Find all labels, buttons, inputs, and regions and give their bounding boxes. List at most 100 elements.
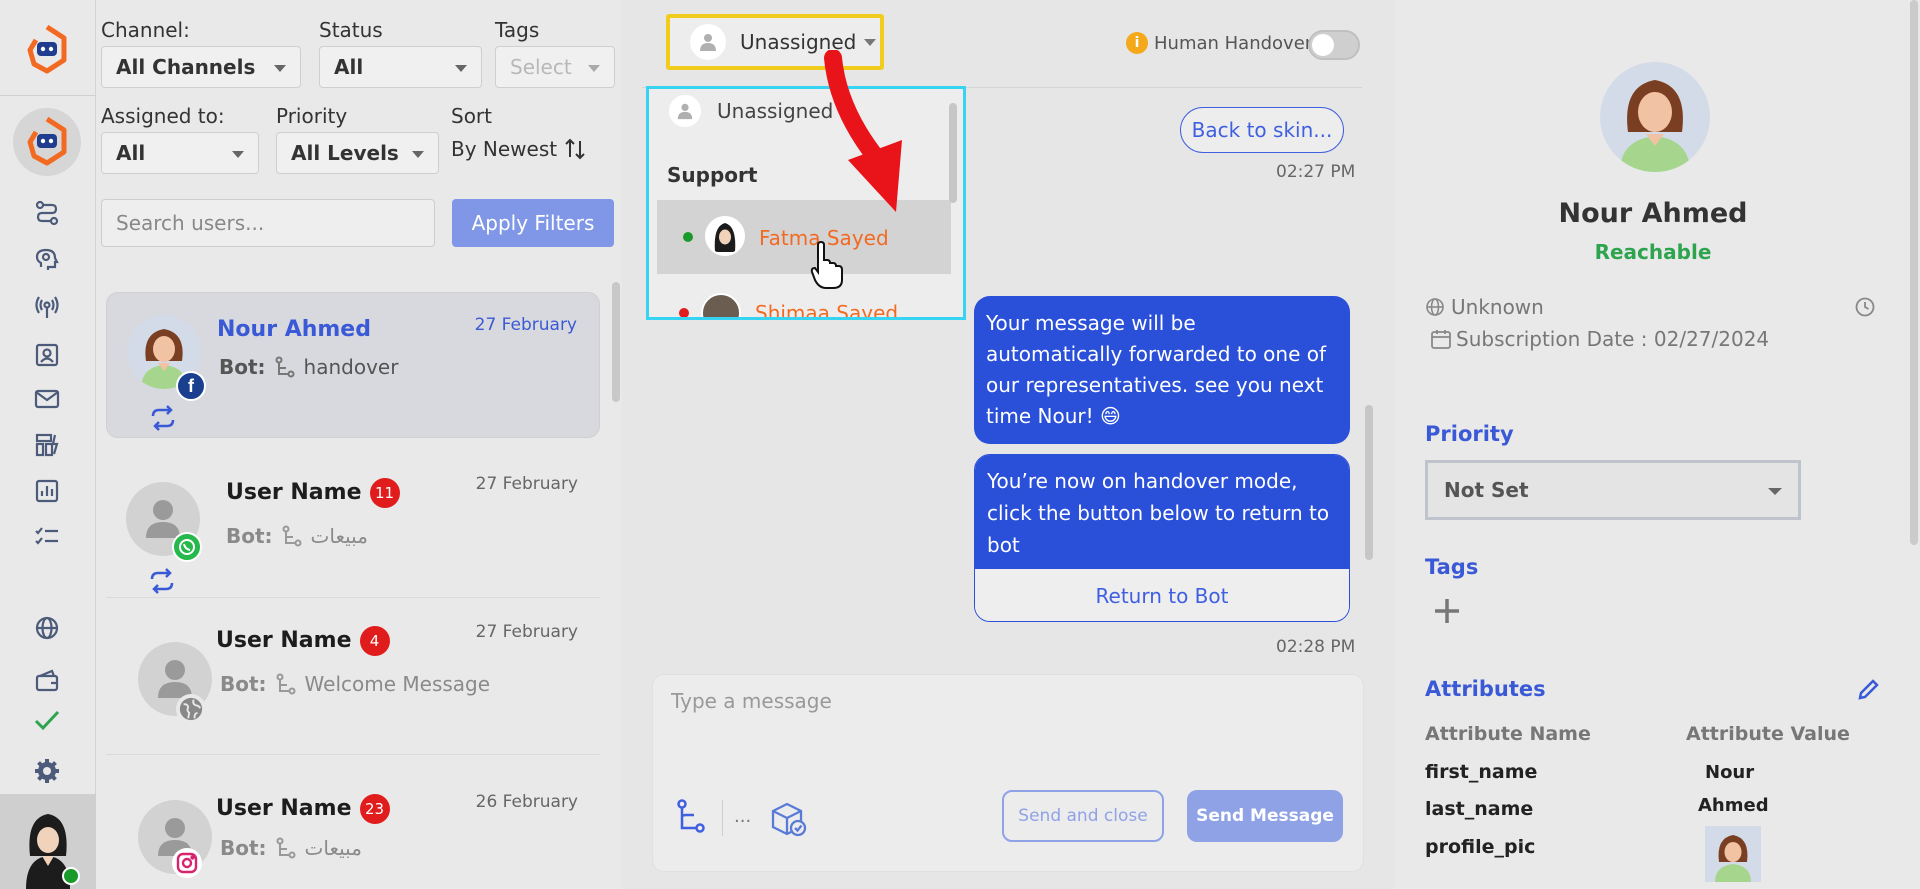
- wallet-icon[interactable]: [30, 666, 64, 696]
- bot-prefix: Bot:: [220, 672, 267, 696]
- attribute-key: first_name: [1425, 761, 1538, 783]
- assigned-filter-label: Assigned to:: [101, 104, 225, 128]
- insert-flow-icon[interactable]: [676, 799, 706, 838]
- globe-icon[interactable]: [30, 613, 64, 643]
- handover-text: Human Handover: [1154, 32, 1313, 54]
- add-tag-plus-icon[interactable]: [1432, 596, 1462, 631]
- preview-text: Welcome Message: [304, 672, 491, 696]
- conversation-item[interactable]: User Name 11 27 February Bot: مبيعات: [106, 460, 600, 598]
- brand-logo-icon[interactable]: [24, 24, 70, 74]
- contact-name: User Name 23: [216, 794, 390, 824]
- more-options-button[interactable]: ...: [734, 806, 751, 827]
- nav-rail: [0, 0, 96, 889]
- bot-prefix: Bot:: [226, 524, 273, 548]
- message-composer: [652, 674, 1364, 872]
- agent-avatar: [705, 216, 745, 256]
- offline-status-dot: [679, 308, 689, 317]
- priority-heading: Priority: [1425, 422, 1514, 446]
- dropdown-item-label: Unassigned: [717, 99, 834, 123]
- message-input[interactable]: [671, 689, 1331, 749]
- profile-avatar: [1600, 62, 1710, 172]
- chevron-down-icon: [274, 65, 286, 72]
- attribute-key: last_name: [1425, 798, 1534, 820]
- bot-nav-icon[interactable]: [13, 108, 81, 176]
- apply-filters-button[interactable]: Apply Filters: [452, 199, 614, 247]
- location-text: Unknown: [1451, 295, 1544, 319]
- box-check-icon[interactable]: [770, 800, 808, 843]
- bot-prefix: Bot:: [219, 355, 266, 379]
- send-message-button[interactable]: Send Message: [1187, 790, 1343, 842]
- dropdown-group-support: Support: [667, 163, 758, 187]
- unassigned-avatar-icon: [669, 95, 701, 127]
- tasks-icon[interactable]: [30, 522, 64, 552]
- conversation-date: 27 February: [475, 622, 578, 642]
- whatsapp-channel-icon: [172, 532, 202, 562]
- broadcast-icon[interactable]: [30, 292, 64, 322]
- dropdown-item-shimaa-sayed[interactable]: Shimaa Sayed: [679, 293, 963, 320]
- sync-icon: [149, 405, 177, 436]
- list-scrollbar[interactable]: [612, 282, 620, 402]
- attribute-value-header: Attribute Value: [1686, 723, 1850, 745]
- sort-toggle[interactable]: By Newest: [451, 137, 587, 161]
- sort-value: By Newest: [451, 137, 558, 161]
- analytics-icon[interactable]: [30, 476, 64, 506]
- pointer-cursor-icon: [810, 240, 843, 289]
- composer-divider: [722, 800, 723, 836]
- assigned-filter-select[interactable]: All: [101, 132, 259, 174]
- bot-prefix: Bot:: [220, 836, 267, 860]
- current-user-avatar[interactable]: [0, 794, 96, 889]
- subscription-text: Subscription Date : 02/27/2024: [1456, 327, 1770, 351]
- priority-select[interactable]: Not Set: [1425, 460, 1801, 520]
- templates-icon[interactable]: [30, 430, 64, 460]
- conversation-item[interactable]: f Nour Ahmed 27 February Bot: handover: [106, 292, 600, 438]
- status-filter-label: Status: [319, 18, 383, 42]
- ai-brain-icon[interactable]: [30, 245, 64, 275]
- chat-scrollbar[interactable]: [1365, 405, 1373, 560]
- priority-filter-select[interactable]: All Levels: [276, 132, 439, 174]
- return-to-bot-button[interactable]: Return to Bot: [975, 569, 1349, 621]
- toggle-knob: [1312, 34, 1334, 56]
- attribute-name-header: Attribute Name: [1425, 723, 1591, 745]
- tags-filter-select[interactable]: Select: [495, 46, 615, 88]
- list-divider: [106, 754, 600, 755]
- chevron-down-icon: [412, 151, 424, 158]
- web-channel-icon: [176, 694, 206, 724]
- send-and-close-button[interactable]: Send and close: [1002, 790, 1164, 842]
- flow-icon[interactable]: [30, 198, 64, 228]
- search-users-input[interactable]: [101, 199, 435, 247]
- flow-node-icon: [275, 356, 295, 378]
- mail-icon[interactable]: [30, 384, 64, 414]
- message-text: You’re now on handover mode, click the b…: [975, 455, 1349, 569]
- conversation-item[interactable]: User Name 4 27 February Bot: Welcome Mess…: [106, 612, 600, 752]
- channel-filter-label: Channel:: [101, 18, 190, 42]
- attribute-value: Ahmed: [1698, 795, 1769, 816]
- rail-divider: [0, 95, 96, 96]
- status-filter-select[interactable]: All: [319, 46, 482, 88]
- message-timestamp: 02:28 PM: [1276, 637, 1356, 657]
- dropdown-scrollbar[interactable]: [949, 103, 957, 203]
- tags-heading: Tags: [1425, 555, 1479, 579]
- profile-pic-thumbnail[interactable]: [1705, 826, 1761, 882]
- channel-filter-select[interactable]: All Channels: [101, 46, 301, 88]
- check-icon[interactable]: [30, 705, 64, 735]
- facebook-channel-icon: f: [176, 371, 206, 401]
- contacts-icon[interactable]: [30, 340, 64, 370]
- clock-icon[interactable]: [1854, 296, 1876, 323]
- page-scrollbar[interactable]: [1910, 0, 1918, 545]
- contact-name: User Name 11: [226, 478, 400, 508]
- sync-icon: [148, 568, 176, 599]
- agent-name: Shimaa Sayed: [755, 301, 899, 320]
- conversation-date: 27 February: [474, 315, 577, 335]
- chevron-down-icon: [1768, 488, 1782, 495]
- settings-gear-icon[interactable]: [30, 756, 64, 786]
- preview-text: مبيعات: [310, 524, 368, 548]
- back-to-skin-button[interactable]: Back to skin...: [1180, 107, 1344, 153]
- sort-arrows-icon: [565, 138, 585, 160]
- profile-location: Unknown: [1425, 295, 1544, 319]
- edit-pencil-icon[interactable]: [1856, 678, 1880, 707]
- human-handover-toggle[interactable]: [1308, 30, 1360, 60]
- conversation-item[interactable]: User Name 23 26 February Bot: مبيعات: [106, 772, 600, 889]
- agent-avatar: [701, 293, 741, 317]
- contact-name: User Name 4: [216, 626, 390, 656]
- attribute-key: profile_pic: [1425, 836, 1536, 858]
